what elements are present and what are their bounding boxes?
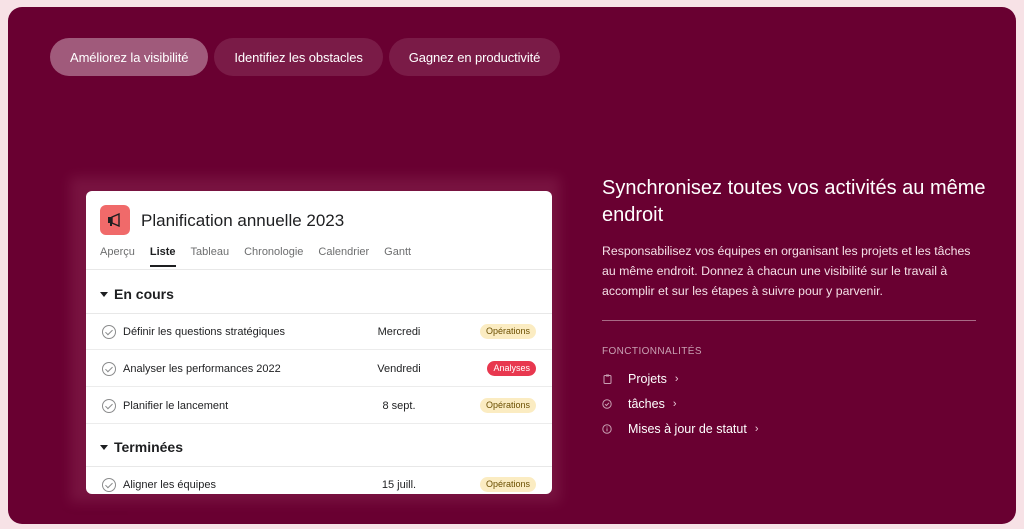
- feature-label: Projets: [628, 372, 667, 386]
- megaphone-icon: [100, 205, 130, 235]
- check-circle-icon: [602, 399, 612, 409]
- task-name: Analyser les performances 2022: [123, 363, 281, 375]
- info-circle-icon: [602, 424, 612, 434]
- view-tabs: Aperçu Liste Tableau Chronologie Calendr…: [100, 246, 411, 267]
- feature-link-projets[interactable]: Projets ›: [602, 372, 679, 386]
- section-header-en-cours[interactable]: En cours: [100, 286, 174, 302]
- clipboard-icon: [602, 374, 612, 384]
- task-row[interactable]: Définir les questions stratégiques Mercr…: [86, 314, 552, 350]
- check-circle-icon[interactable]: [102, 325, 116, 339]
- task-row[interactable]: Analyser les performances 2022 Vendredi …: [86, 351, 552, 387]
- view-tab-liste[interactable]: Liste: [149, 246, 176, 267]
- check-circle-icon[interactable]: [102, 399, 116, 413]
- check-circle-icon[interactable]: [102, 362, 116, 376]
- tab-obstacles[interactable]: Identifiez les obstacles: [214, 38, 383, 76]
- tab-bar: Améliorez la visibilité Identifiez les o…: [50, 38, 561, 76]
- task-name: Planifier le lancement: [123, 400, 229, 412]
- check-circle-icon[interactable]: [102, 478, 116, 492]
- caret-down-icon: [100, 444, 108, 450]
- chevron-right-icon: ›: [672, 398, 677, 410]
- task-name: Définir les questions stratégiques: [123, 326, 286, 338]
- view-tab-apercu[interactable]: Aperçu: [100, 246, 135, 267]
- task-tag: Opérations: [479, 477, 536, 492]
- view-tab-calendrier[interactable]: Calendrier: [318, 246, 369, 267]
- chevron-right-icon: ›: [674, 373, 679, 385]
- feature-description: Responsabilisez vos équipes en organisan…: [602, 244, 971, 298]
- view-tabs-divider: [86, 269, 552, 270]
- feature-headline: Synchronisez toutes vos activités au mêm…: [602, 177, 986, 226]
- task-name: Aligner les équipes: [123, 479, 216, 491]
- caret-down-icon: [100, 291, 108, 297]
- feature-link-taches[interactable]: tâches ›: [602, 397, 677, 411]
- task-date: Mercredi: [377, 326, 421, 338]
- project-title: Planification annuelle 2023: [141, 211, 345, 230]
- view-tab-gantt[interactable]: Gantt: [384, 246, 411, 267]
- view-tab-tableau[interactable]: Tableau: [191, 246, 230, 267]
- task-tag: Opérations: [479, 398, 536, 413]
- task-date: 8 sept.: [382, 400, 416, 412]
- chevron-right-icon: ›: [754, 423, 759, 435]
- features-label: FONCTIONNALITÉS: [602, 346, 702, 357]
- content-divider: [602, 320, 976, 321]
- view-tab-chronologie[interactable]: Chronologie: [244, 246, 303, 267]
- task-tag: Opérations: [479, 324, 536, 339]
- task-tag: Analyses: [487, 361, 536, 376]
- task-date: Vendredi: [377, 363, 421, 375]
- feature-label: tâches: [628, 397, 665, 411]
- tab-visibilite[interactable]: Améliorez la visibilité: [50, 38, 209, 76]
- section-title: En cours: [114, 286, 174, 302]
- task-date: 15 juill.: [381, 479, 417, 491]
- section-title: Terminées: [114, 439, 183, 455]
- feature-label: Mises à jour de statut: [628, 422, 747, 436]
- project-card: Planification annuelle 2023 Aperçu Liste…: [86, 191, 552, 494]
- section-header-terminees[interactable]: Terminées: [100, 439, 183, 455]
- task-row[interactable]: Planifier le lancement 8 sept. Opération…: [86, 388, 552, 424]
- tab-productivite[interactable]: Gagnez en productivité: [388, 38, 561, 76]
- feature-link-statut[interactable]: Mises à jour de statut ›: [602, 422, 758, 436]
- task-row[interactable]: Aligner les équipes 15 juill. Opérations: [86, 467, 552, 494]
- feature-panel: Améliorez la visibilité Identifiez les o…: [8, 7, 1016, 524]
